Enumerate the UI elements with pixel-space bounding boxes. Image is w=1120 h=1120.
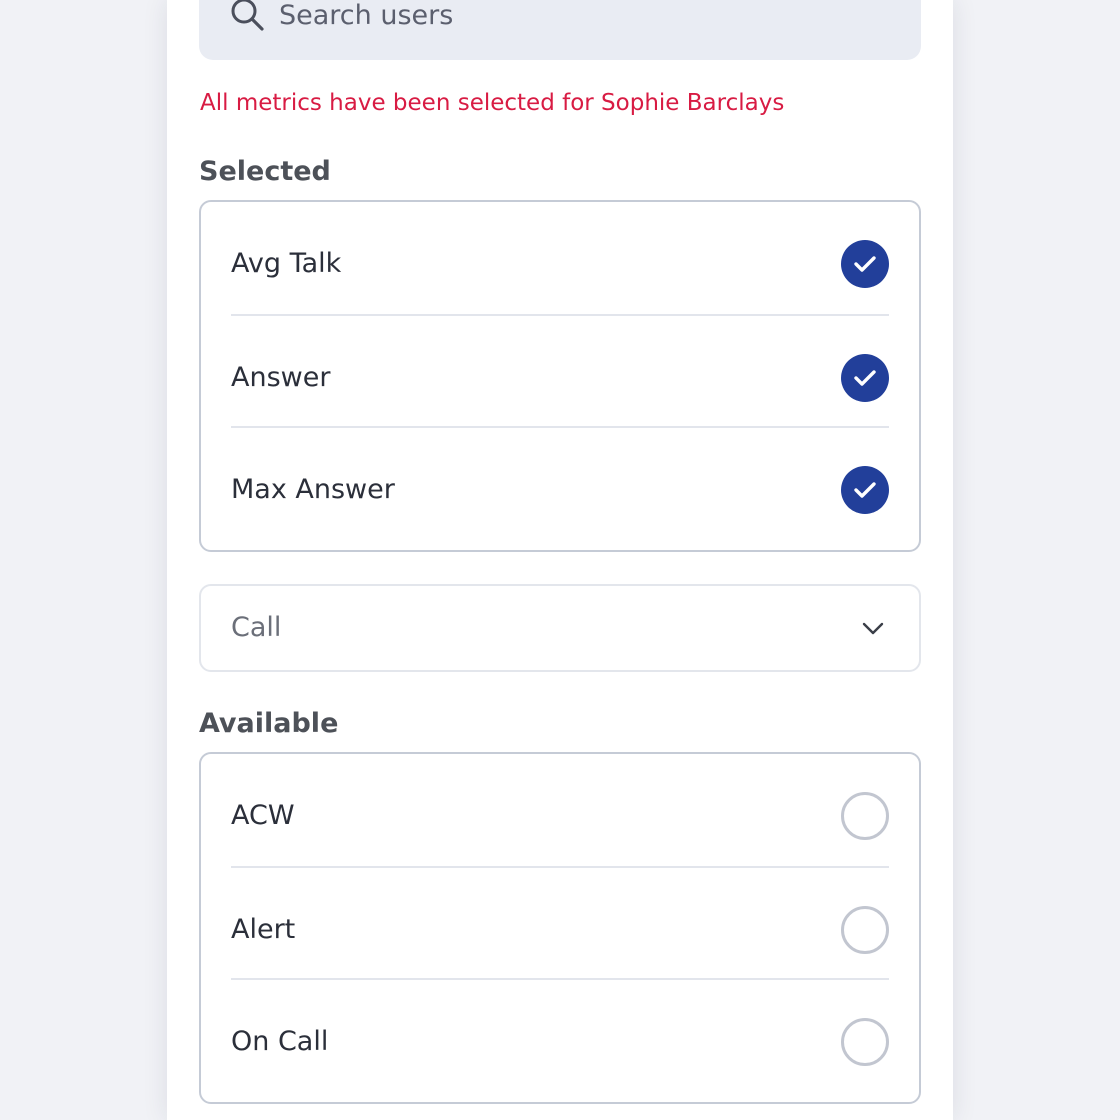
search-input[interactable]: Search users — [199, 0, 921, 60]
available-metric-row[interactable]: ACW — [231, 754, 889, 866]
checked-icon[interactable] — [841, 240, 889, 288]
unchecked-circle-icon[interactable] — [841, 906, 889, 954]
available-metric-row[interactable]: Alert — [231, 866, 889, 978]
checked-icon[interactable] — [841, 354, 889, 402]
metric-label: On Call — [231, 1026, 329, 1057]
search-placeholder: Search users — [279, 0, 454, 31]
unchecked-circle-icon[interactable] — [841, 792, 889, 840]
metric-label: Answer — [231, 362, 331, 393]
metrics-panel: Search users All metrics have been selec… — [167, 0, 953, 1120]
checked-icon[interactable] — [841, 466, 889, 514]
available-metric-row[interactable]: On Call — [231, 978, 889, 1090]
selected-metrics-list: Avg Talk Answer Max Answer — [199, 200, 921, 552]
selected-metric-row[interactable]: Avg Talk — [231, 202, 889, 314]
metric-category-dropdown[interactable]: Call — [199, 584, 921, 672]
dropdown-selected-value: Call — [231, 612, 282, 643]
available-metrics-list: ACW Alert On Call — [199, 752, 921, 1104]
checkmark-icon — [854, 256, 876, 272]
metric-label: Alert — [231, 914, 296, 945]
metric-label: Avg Talk — [231, 248, 342, 279]
chevron-down-icon — [862, 622, 884, 635]
search-icon — [231, 0, 264, 31]
selection-error-message: All metrics have been selected for Sophi… — [200, 90, 785, 116]
unchecked-circle-icon[interactable] — [841, 1018, 889, 1066]
selected-metric-row[interactable]: Answer — [231, 314, 889, 426]
selected-section-label: Selected — [199, 156, 331, 187]
selected-metric-row[interactable]: Max Answer — [231, 426, 889, 538]
metric-label: Max Answer — [231, 474, 395, 505]
metric-label: ACW — [231, 800, 295, 831]
available-section-label: Available — [199, 708, 339, 739]
checkmark-icon — [854, 482, 876, 498]
checkmark-icon — [854, 370, 876, 386]
